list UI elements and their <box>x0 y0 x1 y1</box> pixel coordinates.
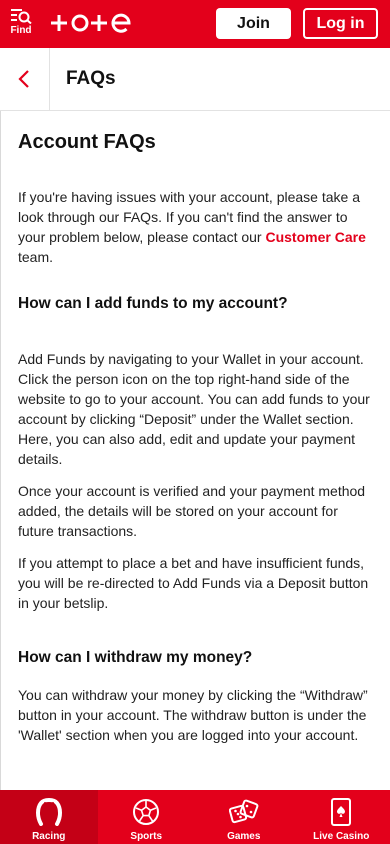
nav-item-games[interactable]: Games <box>195 790 293 844</box>
dice-icon <box>228 799 259 824</box>
faq-answer-paragraph: If you attempt to place a bet and have i… <box>18 555 369 611</box>
customer-care-link[interactable]: Customer Care <box>265 229 365 245</box>
find-button[interactable]: Find <box>8 8 34 42</box>
nav-label-racing: Racing <box>32 831 66 842</box>
faq-answer-paragraph: Add Funds by navigating to your Wallet i… <box>18 351 370 467</box>
faq-question-add-funds: How can I add funds to my account? <box>18 295 288 312</box>
nav-item-sports[interactable]: Sports <box>98 790 196 844</box>
football-icon <box>133 799 160 825</box>
nav-label-games: Games <box>227 831 261 842</box>
top-header: Find Join Log in <box>0 0 390 48</box>
nav-item-racing[interactable]: Racing <box>0 790 98 844</box>
bottom-navigation: Racing Sports Games Live Casino <box>0 790 390 844</box>
back-button[interactable] <box>0 48 50 110</box>
nav-item-live-casino[interactable]: Live Casino <box>293 790 390 844</box>
join-button[interactable]: Join <box>216 8 291 39</box>
playing-card-icon <box>331 798 352 826</box>
tote-logo[interactable] <box>50 9 132 37</box>
faq-question-withdraw: How can I withdraw my money? <box>18 649 253 666</box>
login-button[interactable]: Log in <box>303 8 378 39</box>
horseshoe-icon <box>35 798 62 826</box>
intro-paragraph: If you're having issues with your accoun… <box>18 187 373 267</box>
nav-label-sports: Sports <box>130 831 163 842</box>
faq-content[interactable]: Account FAQs If you're having issues wit… <box>0 111 390 790</box>
find-label: Find <box>10 25 32 36</box>
page-title: FAQs <box>66 68 116 89</box>
faq-answer-paragraph: Once your account is verified and your p… <box>18 483 366 539</box>
nav-label-live-casino: Live Casino <box>313 831 370 842</box>
search-menu-icon <box>11 9 32 24</box>
page-subheader: FAQs <box>0 48 390 111</box>
intro-text-end: team. <box>18 249 54 265</box>
faq-answer-paragraph: You can withdraw your money by clicking … <box>18 687 368 743</box>
section-heading: Account FAQs <box>18 131 156 153</box>
chevron-left-icon <box>18 70 29 88</box>
